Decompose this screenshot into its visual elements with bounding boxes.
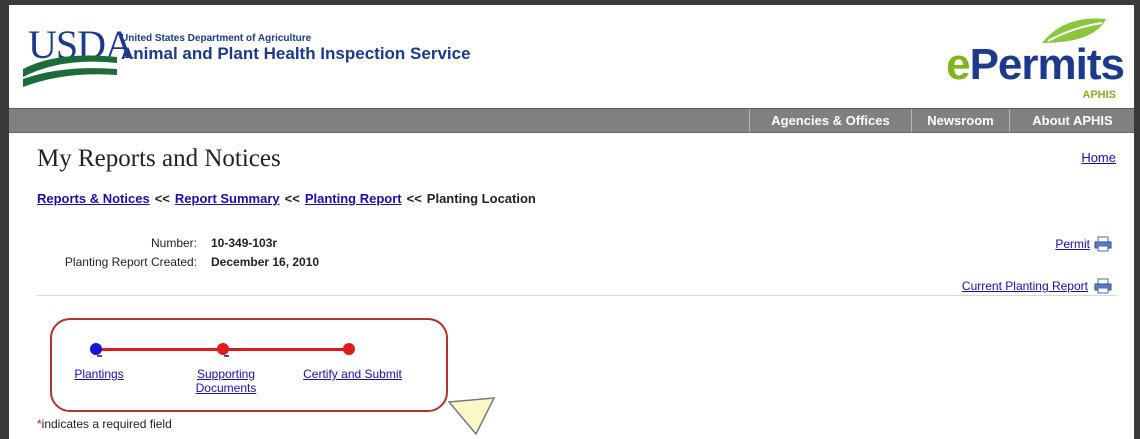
- breadcrumb-separator: <<: [154, 191, 170, 206]
- aphis-sublabel: APHIS: [1082, 89, 1116, 101]
- nav-newsroom[interactable]: Newsroom: [911, 109, 1009, 132]
- nav-about-aphis[interactable]: About APHIS: [1009, 109, 1135, 132]
- breadcrumb: Reports & Notices << Report Summary << Plant…: [37, 191, 536, 206]
- app-frame: USDA United States Department of Agricul…: [0, 0, 1140, 439]
- home-link[interactable]: Home: [1081, 150, 1116, 165]
- created-value: December 16, 2010: [211, 255, 320, 269]
- step-dot-current: [90, 343, 102, 355]
- page-title: My Reports and Notices: [37, 145, 281, 172]
- section-divider: [37, 295, 1117, 296]
- permit-link[interactable]: Permit: [1055, 237, 1090, 251]
- progress-highlight-box: [50, 318, 448, 412]
- breadcrumb-reports-notices[interactable]: Reports & Notices: [37, 191, 150, 206]
- step-tick: [224, 355, 229, 357]
- breadcrumb-separator: <<: [284, 191, 300, 206]
- site-header: USDA United States Department of Agricul…: [9, 5, 1134, 108]
- breadcrumb-current: Planting Location: [426, 191, 536, 206]
- number-label: Number:: [150, 236, 197, 250]
- step-supporting-documents-link[interactable]: Supporting Documents: [186, 367, 266, 395]
- step-supporting-line1: Supporting: [196, 367, 256, 381]
- epermits-wordmark: ePermits: [946, 40, 1125, 89]
- number-value: 10-349-103r: [211, 236, 278, 250]
- usda-swoosh-icon: [23, 55, 117, 87]
- top-navbar: Agencies & Offices Newsroom About APHIS: [9, 108, 1134, 133]
- printer-icon[interactable]: [1094, 236, 1112, 257]
- usda-logo[interactable]: USDA: [17, 17, 134, 89]
- step-plantings-link[interactable]: Plantings: [66, 367, 132, 381]
- breadcrumb-report-summary[interactable]: Report Summary: [175, 191, 280, 206]
- frame-border-left: [0, 0, 9, 439]
- epermits-rest: Permits: [969, 40, 1125, 89]
- required-text: indicates a required field: [41, 417, 172, 431]
- required-field-note: *indicates a required field: [37, 417, 172, 431]
- step-supporting-line2: Documents: [195, 381, 257, 395]
- agency-name: Animal and Plant Health Inspection Servi…: [121, 44, 471, 63]
- step-certify-submit-link[interactable]: Certify and Submit: [290, 367, 415, 381]
- breadcrumb-planting-report[interactable]: Planting Report: [305, 191, 402, 206]
- department-name: United States Department of Agriculture: [121, 33, 312, 44]
- nav-agencies-offices[interactable]: Agencies & Offices: [749, 109, 911, 132]
- step-dot-pending: [217, 343, 229, 355]
- frame-border-right: [1134, 0, 1140, 439]
- step-tick: [97, 355, 102, 357]
- callout-pointer-icon: [447, 397, 496, 436]
- current-planting-report-link[interactable]: Current Planting Report: [962, 279, 1088, 293]
- step-dot-pending: [343, 343, 355, 355]
- breadcrumb-separator: <<: [406, 191, 422, 206]
- epermits-e: e: [946, 40, 971, 89]
- epermits-logo[interactable]: ePermits APHIS: [914, 13, 1125, 101]
- created-label: Planting Report Created:: [64, 255, 197, 269]
